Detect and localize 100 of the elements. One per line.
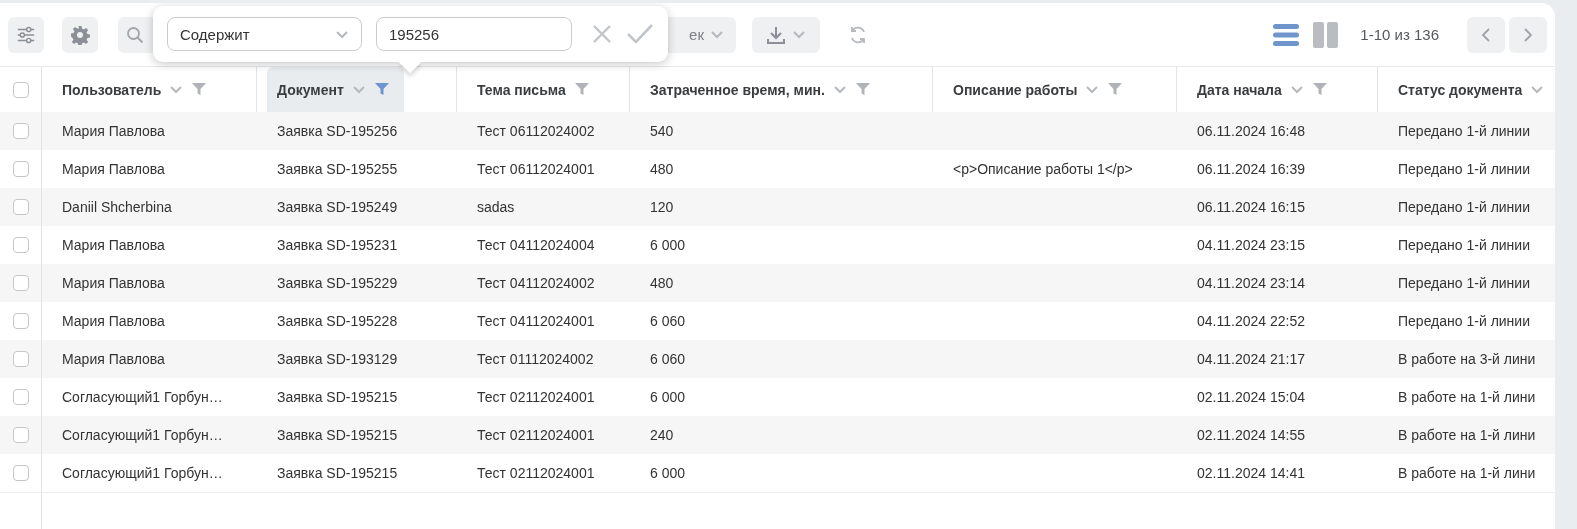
- table-cell: Согласующий1 Горбун…: [62, 465, 223, 481]
- table-cell: 06.11.2024 16:39: [1197, 161, 1305, 177]
- gear-icon: [70, 24, 90, 45]
- row-checkbox[interactable]: [12, 237, 29, 253]
- sort-icon[interactable]: [1530, 85, 1545, 94]
- table-row[interactable]: Мария Павлова Заявка SD-193129 Тест 01112024002 6 060 04.11.2024 21:17 В работе на 3-й лини: [0, 340, 1555, 378]
- filter-value-field[interactable]: 195256: [376, 17, 572, 51]
- filter-icon[interactable]: [1107, 82, 1124, 97]
- table-cell: Передано 1-й линии: [1398, 275, 1530, 291]
- table-row[interactable]: Мария Павлова Заявка SD-195256 Тест 06112024002 540 06.11.2024 16:48 Передано 1-й линии: [0, 112, 1555, 150]
- columns-view-icon[interactable]: [1312, 20, 1341, 49]
- next-page-button[interactable]: [1509, 16, 1547, 53]
- chevron-down-icon: [710, 30, 724, 39]
- filter-icon[interactable]: [573, 82, 590, 97]
- previous-page-button[interactable]: [1467, 16, 1505, 53]
- table-cell: Согласующий1 Горбун…: [62, 427, 223, 443]
- table-cell: 02.11.2024 14:55: [1197, 427, 1305, 443]
- table-cell: 04.11.2024 23:14: [1197, 275, 1305, 291]
- table-cell: Тест 02112024001: [477, 427, 595, 443]
- table-cell: 540: [650, 123, 674, 139]
- table-cell: 480: [650, 275, 674, 291]
- row-checkbox[interactable]: [12, 465, 29, 481]
- table-cell: В работе на 1-й лини: [1398, 389, 1536, 405]
- table-cell: Тест 01112024002: [477, 351, 594, 367]
- search-icon: [126, 25, 144, 44]
- table-row[interactable]: Согласующий1 Горбун… Заявка SD-195215 Тест 02112024001 240 02.11.2024 14:55 В работе на 1-й лини: [0, 416, 1555, 454]
- table-cell: Тест 04112024002: [477, 275, 595, 291]
- filter-icon[interactable]: [854, 82, 871, 97]
- chevron-right-icon: [1523, 27, 1533, 42]
- table-cell: Мария Павлова: [62, 313, 165, 329]
- table-row[interactable]: Daniil Shcherbina Заявка SD-195249 sadas 120 06.11.2024 16:15 Передано 1-й линии: [0, 188, 1555, 226]
- download-button[interactable]: [752, 16, 820, 53]
- table-cell: 6 000: [650, 237, 686, 253]
- row-checkbox[interactable]: [12, 389, 29, 405]
- table-cell: Заявка SD-195215: [277, 389, 398, 405]
- table-cell: 480: [650, 161, 674, 177]
- row-checkbox[interactable]: [12, 275, 29, 291]
- column-header[interactable]: Статус документа: [1388, 67, 1555, 112]
- filter-icon[interactable]: [373, 82, 390, 97]
- table-cell: Тест 04112024001: [477, 313, 595, 329]
- column-header[interactable]: Тема письма: [467, 67, 604, 112]
- filter-settings-button[interactable]: [8, 16, 44, 53]
- column-header[interactable]: Пользователь: [52, 67, 222, 112]
- table-cell: В работе на 1-й лини: [1398, 465, 1536, 481]
- table-cell: Тест 02112024001: [477, 465, 595, 481]
- clear-icon[interactable]: [592, 24, 612, 44]
- table-cell: 04.11.2024 21:17: [1197, 351, 1305, 367]
- download-icon: [766, 24, 786, 45]
- sort-icon[interactable]: [832, 85, 847, 94]
- table-cell: Передано 1-й линии: [1398, 199, 1530, 215]
- row-checkbox[interactable]: [12, 161, 29, 177]
- filter-icon[interactable]: [1311, 82, 1328, 97]
- table-cell: В работе на 1-й лини: [1398, 427, 1536, 443]
- chevron-left-icon: [1481, 27, 1491, 42]
- table-cell: Тест 06112024001: [477, 161, 595, 177]
- row-checkbox[interactable]: [12, 123, 29, 139]
- table-cell: 06.11.2024 16:15: [1197, 199, 1305, 215]
- table-cell: Заявка SD-195215: [277, 427, 398, 443]
- table-cell: Заявка SD-195228: [277, 313, 398, 329]
- filter-icon[interactable]: [191, 82, 208, 97]
- table-cell: Заявка SD-195256: [277, 123, 398, 139]
- column-header[interactable]: Документ: [267, 67, 404, 112]
- table-cell: Заявка SD-195249: [277, 199, 398, 215]
- table-cell: Передано 1-й линии: [1398, 237, 1530, 253]
- table-cell: 6 060: [650, 351, 686, 367]
- table-cell: В работе на 3-й лини: [1398, 351, 1536, 367]
- table-cell: <p>Описание работы 1</p>: [953, 161, 1133, 177]
- select-all-checkbox[interactable]: [12, 81, 29, 98]
- table-cell: Заявка SD-193129: [277, 351, 398, 367]
- table-cell: 240: [650, 427, 674, 443]
- table-cell: Передано 1-й линии: [1398, 313, 1530, 329]
- row-checkbox[interactable]: [12, 427, 29, 443]
- table-row[interactable]: Мария Павлова Заявка SD-195229 Тест 04112024002 480 04.11.2024 23:14 Передано 1-й линии: [0, 264, 1555, 302]
- table-cell: Мария Павлова: [62, 351, 165, 367]
- table-cell: Заявка SD-195231: [277, 237, 398, 253]
- refresh-icon[interactable]: [848, 24, 868, 45]
- table-cell: Передано 1-й линии: [1398, 161, 1530, 177]
- column-header[interactable]: Описание работы: [943, 67, 1138, 112]
- apply-check-icon[interactable]: [626, 23, 654, 45]
- table-cell: 02.11.2024 14:41: [1197, 465, 1305, 481]
- table-cell: Заявка SD-195255: [277, 161, 398, 177]
- table-cell: Заявка SD-195215: [277, 465, 398, 481]
- table-cell: Daniil Shcherbina: [62, 199, 172, 215]
- column-header[interactable]: Затраченное время, мин.: [640, 67, 885, 112]
- sort-icon[interactable]: [169, 85, 184, 94]
- row-checkbox[interactable]: [12, 313, 29, 329]
- column-header[interactable]: Дата начала: [1187, 67, 1342, 112]
- table-cell: Мария Павлова: [62, 275, 165, 291]
- table-cell: Мария Павлова: [62, 123, 165, 139]
- settings-button[interactable]: [62, 16, 98, 53]
- table-cell: 02.11.2024 15:04: [1197, 389, 1305, 405]
- table-cell: Мария Павлова: [62, 161, 165, 177]
- sort-icon[interactable]: [1085, 85, 1100, 94]
- operator-dropdown[interactable]: Содержит: [167, 17, 362, 51]
- row-checkbox[interactable]: [12, 199, 29, 215]
- sort-icon[interactable]: [351, 85, 366, 94]
- table-cell: Тест 02112024001: [477, 389, 595, 405]
- table-cell: sadas: [477, 199, 515, 215]
- row-checkbox[interactable]: [12, 351, 29, 367]
- sort-icon[interactable]: [1289, 85, 1304, 94]
